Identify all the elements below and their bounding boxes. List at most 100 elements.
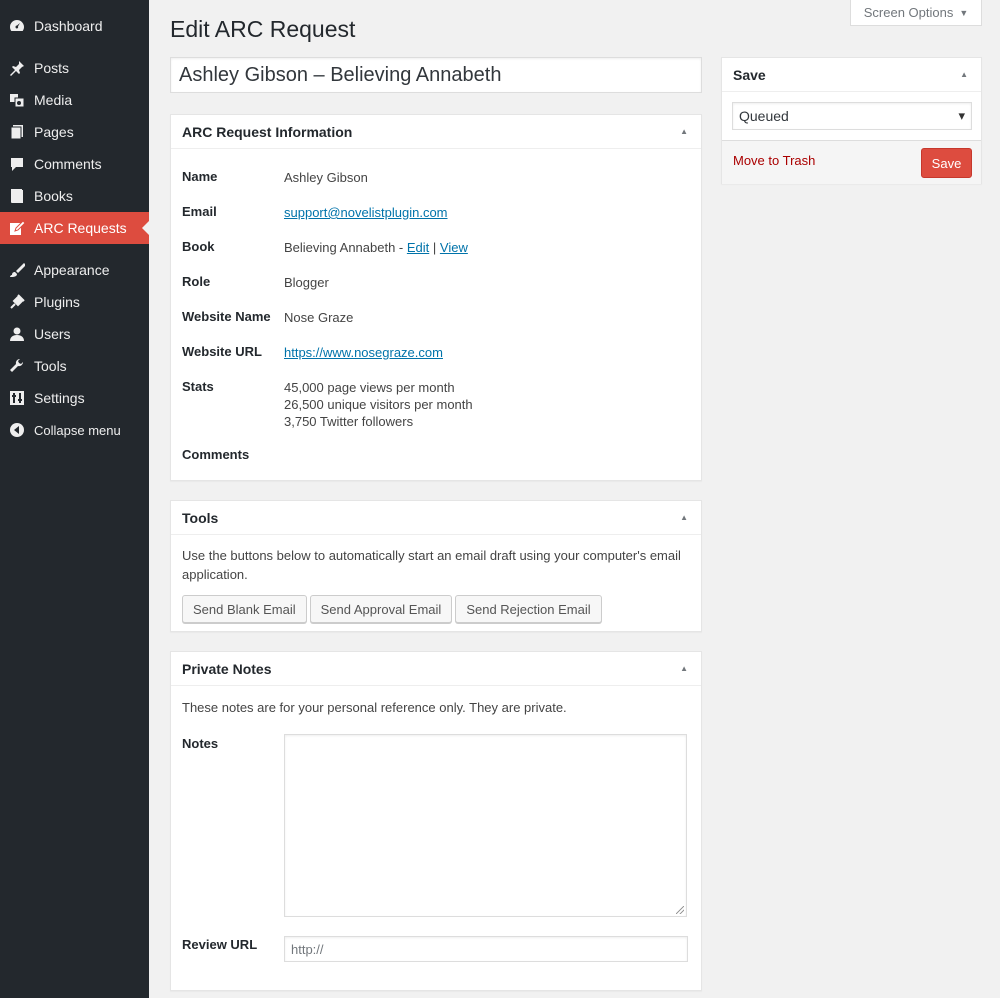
sidebar-item-label: Plugins — [34, 294, 80, 310]
sidebar-item-pages[interactable]: Pages — [0, 116, 149, 148]
sidebar-item-label: Tools — [34, 358, 67, 374]
review-url-placeholder: http:// — [291, 941, 324, 957]
pin-icon — [9, 60, 25, 76]
sidebar-item-tools[interactable]: Tools — [0, 350, 149, 382]
book-title: Believing Annabeth - — [284, 240, 407, 255]
title-input-value: Ashley Gibson – Believing Annabeth — [179, 63, 502, 86]
status-select-value: Queued — [739, 108, 789, 124]
page-title: Edit ARC Request — [170, 16, 356, 42]
book-view-link[interactable]: View — [440, 240, 468, 255]
sidebar-item-label: Media — [34, 92, 73, 108]
notes-description: These notes are for your personal refere… — [182, 700, 567, 715]
collapse-icon — [9, 422, 25, 438]
sidebar-item-posts[interactable]: Posts — [0, 52, 149, 84]
name-value: Ashley Gibson — [284, 170, 368, 185]
arc-info-header[interactable]: ARC Request Information ▲ — [171, 115, 701, 149]
save-button[interactable]: Save — [921, 148, 972, 178]
pages-icon — [9, 124, 25, 140]
plug-icon — [9, 294, 25, 310]
book-icon — [9, 188, 25, 204]
sidebar-item-label: Users — [34, 326, 71, 342]
sidebar-item-label: ARC Requests — [34, 220, 127, 236]
dashboard-icon — [9, 18, 25, 34]
stats-value: 45,000 page views per month 26,500 uniqu… — [284, 379, 473, 430]
settings-icon — [9, 390, 25, 406]
sidebar-item-label: Posts — [34, 60, 70, 76]
review-url-input[interactable]: http:// — [284, 936, 688, 962]
arc-info-box: ARC Request Information ▲ Name Ashley Gi… — [170, 114, 702, 481]
tools-box: Tools ▲ Use the buttons below to automat… — [170, 500, 702, 632]
role-label: Role — [182, 274, 211, 289]
sidebar-item-appearance[interactable]: Appearance — [0, 254, 149, 286]
stats-line: 3,750 Twitter followers — [284, 414, 414, 429]
website-name-value: Nose Graze — [284, 310, 354, 325]
edit-icon — [9, 220, 25, 236]
comments-label: Comments — [182, 447, 250, 462]
stats-label: Stats — [182, 379, 214, 394]
website-url-link[interactable]: https://www.nosegraze.com — [284, 344, 443, 361]
resize-handle-icon[interactable] — [676, 906, 684, 914]
notes-label: Notes — [182, 736, 219, 751]
toggle-arrow-icon[interactable]: ▲ — [680, 127, 690, 136]
sidebar-item-label: Books — [34, 188, 73, 204]
sidebar-item-label: Appearance — [34, 262, 110, 278]
sidebar-item-dashboard[interactable]: Dashboard — [0, 10, 149, 42]
send-blank-email-button[interactable]: Send Blank Email — [182, 595, 307, 623]
stats-line: 26,500 unique visitors per month — [284, 397, 473, 412]
tools-description: Use the buttons below to automatically s… — [182, 548, 681, 582]
send-approval-email-button[interactable]: Send Approval Email — [309, 595, 453, 623]
status-select[interactable]: Queued ▾ — [732, 102, 972, 130]
brush-icon — [9, 262, 25, 278]
wrench-icon — [9, 358, 25, 374]
sidebar-item-label: Dashboard — [34, 18, 103, 34]
book-value: Believing Annabeth - Edit | View — [284, 239, 468, 256]
website-name-label: Website Name — [182, 309, 271, 324]
sidebar-item-media[interactable]: Media — [0, 84, 149, 116]
tools-header[interactable]: Tools ▲ — [171, 501, 701, 535]
box-title: Private Notes — [182, 660, 272, 677]
tools-button-row: Send Blank Email Send Approval Email Sen… — [182, 595, 602, 623]
stats-line: 45,000 page views per month — [284, 380, 455, 395]
toggle-arrow-icon[interactable]: ▲ — [960, 70, 970, 79]
book-edit-link[interactable]: Edit — [407, 240, 429, 255]
send-rejection-email-button[interactable]: Send Rejection Email — [455, 595, 602, 623]
role-value: Blogger — [284, 275, 329, 290]
save-box: Save ▲ Queued ▾ Move to Trash Save — [721, 57, 982, 184]
sidebar-item-arc-requests[interactable]: ARC Requests — [0, 212, 149, 244]
sidebar-item-plugins[interactable]: Plugins — [0, 286, 149, 318]
chevron-down-icon: ▾ — [958, 108, 965, 123]
admin-sidebar: Dashboard Posts Media Pages Comments Boo… — [0, 0, 149, 998]
box-title: Tools — [182, 509, 219, 526]
toggle-arrow-icon[interactable]: ▲ — [680, 664, 690, 673]
save-header[interactable]: Save ▲ — [722, 58, 981, 92]
sidebar-item-label: Comments — [34, 156, 102, 172]
link-separator: | — [429, 240, 440, 255]
collapse-menu-button[interactable]: Collapse menu — [0, 414, 149, 446]
comment-icon — [9, 156, 25, 172]
book-label: Book — [182, 239, 215, 254]
title-input[interactable]: Ashley Gibson – Believing Annabeth — [170, 57, 702, 93]
sidebar-item-books[interactable]: Books — [0, 180, 149, 212]
email-label: Email — [182, 204, 217, 219]
sidebar-item-settings[interactable]: Settings — [0, 382, 149, 414]
sidebar-item-label: Pages — [34, 124, 74, 140]
box-title: ARC Request Information — [182, 123, 353, 140]
media-icon — [9, 92, 25, 108]
box-title: Save — [733, 66, 766, 83]
sidebar-item-label: Collapse menu — [34, 422, 121, 438]
private-notes-box: Private Notes ▲ These notes are for your… — [170, 651, 702, 991]
user-icon — [9, 326, 25, 342]
toggle-arrow-icon[interactable]: ▲ — [680, 513, 690, 522]
notes-textarea[interactable] — [284, 734, 687, 917]
name-label: Name — [182, 169, 218, 184]
private-notes-header[interactable]: Private Notes ▲ — [171, 652, 701, 686]
review-url-label: Review URL — [182, 937, 258, 952]
email-link[interactable]: support@novelistplugin.com — [284, 204, 448, 221]
screen-options-button[interactable]: Screen Options ▼ — [850, 0, 982, 26]
sidebar-item-label: Settings — [34, 390, 85, 406]
move-to-trash-link[interactable]: Move to Trash — [733, 153, 815, 168]
sidebar-item-comments[interactable]: Comments — [0, 148, 149, 180]
screen-options-label: Screen Options — [863, 5, 954, 20]
sidebar-item-users[interactable]: Users — [0, 318, 149, 350]
save-actions: Move to Trash Save — [722, 140, 981, 184]
